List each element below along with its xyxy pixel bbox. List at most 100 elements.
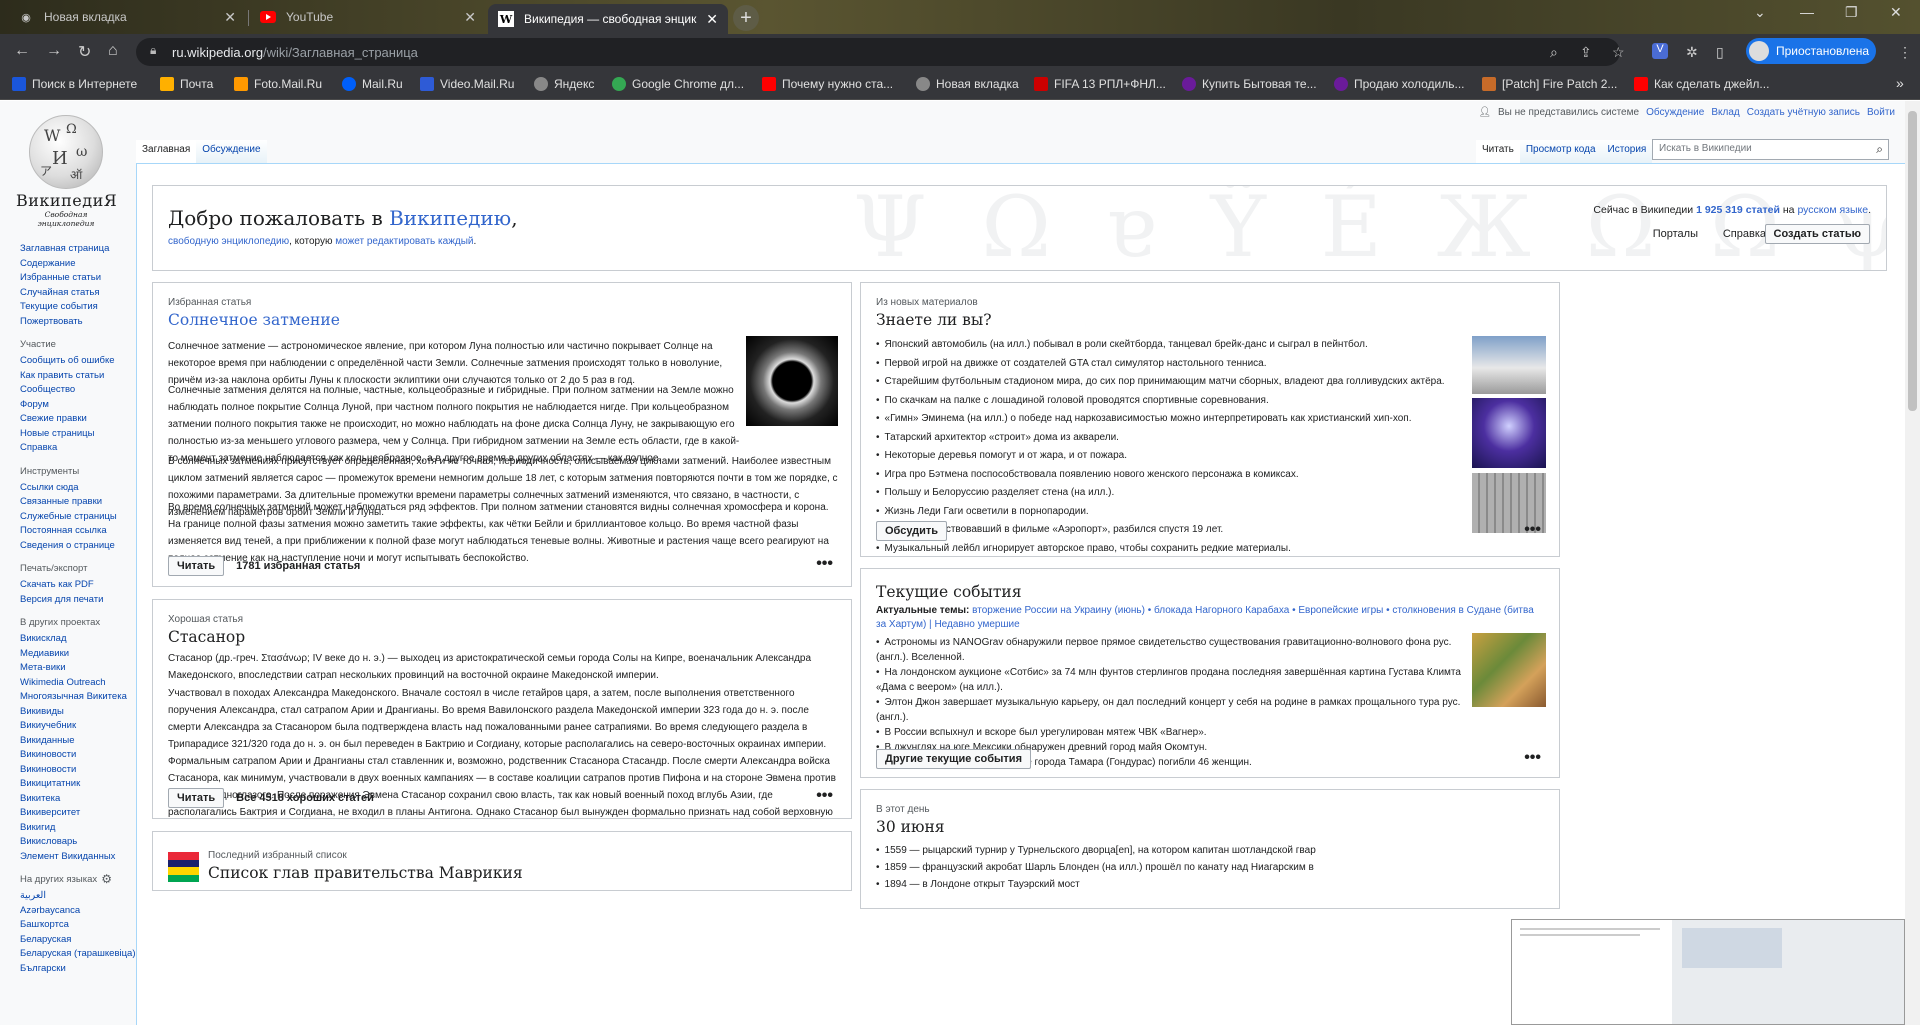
sidebar-link[interactable]: Сообщество	[20, 383, 120, 398]
on-this-day-title[interactable]: 30 июня	[876, 818, 945, 836]
sidebar-link[interactable]: Башҡортса	[20, 918, 120, 933]
vpn-extension-icon[interactable]: V	[1652, 43, 1668, 59]
bookmark-item[interactable]: FIFA 13 РПЛ+ФНЛ...	[1034, 77, 1166, 91]
contributions-link[interactable]: Вклад	[1711, 107, 1739, 118]
sidebar-link[interactable]: Новые страницы	[20, 427, 120, 442]
close-tab-icon[interactable]: ✕	[224, 9, 236, 26]
sidebar-link[interactable]: Форум	[20, 398, 120, 413]
sidebar-link[interactable]: Сообщить об ошибке	[20, 354, 120, 369]
tab-history[interactable]: История	[1601, 140, 1653, 164]
bookmark-item[interactable]: Почта	[160, 77, 213, 91]
sidebar-link[interactable]: Беларуская	[20, 933, 120, 948]
bookmark-item[interactable]: Новая вкладка	[916, 77, 1019, 91]
sidebar-link[interactable]: Мета-вики	[20, 661, 120, 676]
more-options-icon[interactable]: •••	[1524, 749, 1541, 767]
sidebar-link[interactable]: Викивиды	[20, 705, 120, 720]
sidebar-link[interactable]: Викиновости	[20, 763, 120, 778]
sidebar-link[interactable]: Избранные статьи	[20, 271, 120, 286]
talk-link[interactable]: Обсуждение	[1646, 107, 1704, 118]
sidebar-link[interactable]: Связанные правки	[20, 495, 120, 510]
bookmark-item[interactable]: Как сделать джейл...	[1634, 77, 1769, 91]
maximize-icon[interactable]: ❐	[1845, 4, 1858, 21]
bookmark-item[interactable]: Продаю холодиль...	[1334, 77, 1465, 91]
bookmark-item[interactable]: Mail.Ru	[342, 77, 403, 91]
solar-eclipse-image[interactable]	[746, 336, 838, 426]
sidebar-link[interactable]: Многоязычная Викитека	[20, 690, 127, 705]
tab-talk[interactable]: Обсуждение	[196, 140, 267, 164]
bookmark-item[interactable]: Video.Mail.Ru	[420, 77, 514, 91]
sidebar-link[interactable]: Викисловарь	[20, 835, 120, 850]
featured-count[interactable]: 1781 избранная статья	[236, 560, 360, 572]
sidebar-link[interactable]: Справка	[20, 441, 120, 456]
share-icon[interactable]: ⇪	[1580, 44, 1592, 61]
read-good-button[interactable]: Читать	[168, 788, 225, 808]
tab-search-icon[interactable]: ⌄	[1754, 4, 1766, 21]
sidebar-link[interactable]: Версия для печати	[20, 593, 120, 608]
wikipedia-logo[interactable]: WΩИωアऑ ВикипедиЯ Свободная энциклопедия	[16, 115, 117, 228]
portals-link[interactable]: Порталы	[1653, 222, 1698, 246]
reload-icon[interactable]: ↻	[78, 42, 91, 62]
sidebar-link[interactable]: العربية	[20, 889, 120, 904]
anyone-can-edit-link[interactable]: может редактировать каждый	[335, 236, 473, 247]
good-article-title[interactable]: Стасанор	[168, 628, 245, 646]
bookmark-star-icon[interactable]: ☆	[1612, 44, 1625, 61]
close-window-icon[interactable]: ✕	[1890, 4, 1902, 21]
sidebar-link[interactable]: Викигид	[20, 821, 120, 836]
new-tab-button[interactable]: +	[733, 5, 759, 31]
wikipedia-link[interactable]: Википедию	[389, 206, 511, 230]
sidebar-link[interactable]: Медиавики	[20, 647, 120, 662]
sidebar-link[interactable]: Викицитатник	[20, 777, 120, 792]
sidebar-link[interactable]: Содержание	[20, 257, 120, 272]
article-count-link[interactable]: 1 925 319 статей	[1696, 204, 1780, 216]
bookmark-item[interactable]: Foto.Mail.Ru	[234, 77, 322, 91]
sidebar-link[interactable]: Сведения о странице	[20, 539, 120, 554]
tab-wikipedia[interactable]: W Википедия — свободная энцик ✕	[488, 4, 728, 34]
sidebar-link[interactable]: Беларуская (тарашкевіца)	[20, 947, 136, 962]
sidebar-link[interactable]: Викитека	[20, 792, 120, 807]
screenshot-preview-thumbnail[interactable]	[1511, 919, 1905, 1025]
more-events-button[interactable]: Другие текущие события	[876, 749, 1031, 769]
create-account-link[interactable]: Создать учётную запись	[1747, 107, 1860, 118]
back-icon[interactable]: ←	[14, 42, 30, 60]
tab-youtube[interactable]: YouTube ✕	[250, 2, 486, 32]
minimize-icon[interactable]: —	[1800, 4, 1814, 20]
current-topics-links[interactable]: вторжение России на Украину (июнь) • бло…	[876, 605, 1534, 630]
close-tab-icon[interactable]: ✕	[464, 9, 476, 26]
sidebar-link[interactable]: Български	[20, 962, 120, 977]
featured-article-title[interactable]: Солнечное затмение	[168, 311, 340, 329]
sidebar-link[interactable]: Случайная статья	[20, 286, 120, 301]
profile-button[interactable]: Приостановлена	[1746, 38, 1876, 64]
sidebar-link[interactable]: Викиданные	[20, 734, 120, 749]
bookmark-item[interactable]: [Patch] Fire Patch 2...	[1482, 77, 1617, 91]
discuss-button[interactable]: Обсудить	[876, 521, 948, 541]
forward-icon[interactable]: →	[46, 42, 62, 60]
close-tab-icon[interactable]: ✕	[706, 11, 718, 28]
read-featured-button[interactable]: Читать	[168, 556, 225, 576]
bookmark-item[interactable]: Поиск в Интернете	[12, 77, 137, 91]
home-icon[interactable]: ⌂	[108, 42, 118, 60]
more-options-icon[interactable]: •••	[816, 787, 833, 805]
sidebar-link[interactable]: Викиучебник	[20, 719, 120, 734]
search-page-icon[interactable]: ⌕	[1550, 44, 1558, 61]
sidebar-link[interactable]: Викиверситет	[20, 806, 120, 821]
create-article-button[interactable]: Создать статью	[1764, 224, 1870, 244]
bookmark-item[interactable]: Почему нужно ста...	[762, 77, 893, 91]
sidebar-link[interactable]: Текущие события	[20, 300, 120, 315]
tab-new-tab[interactable]: ◉ Новая вкладка ✕	[8, 2, 246, 32]
sidebar-link[interactable]: Скачать как PDF	[20, 578, 120, 593]
tab-main-page[interactable]: Заглавная	[136, 140, 197, 164]
free-encyclopedia-link[interactable]: свободную энциклопедию	[168, 236, 289, 247]
help-link[interactable]: Справка	[1723, 222, 1766, 246]
extensions-icon[interactable]: ✲	[1686, 44, 1698, 61]
sidebar-link[interactable]: Служебные страницы	[20, 510, 120, 525]
good-count[interactable]: Все 4518 хороших статей	[236, 792, 374, 804]
sidebar-link[interactable]: Викиновости	[20, 748, 120, 763]
vertical-scrollbar[interactable]	[1905, 101, 1920, 1025]
sidebar-link[interactable]: Как править статьи	[20, 369, 120, 384]
bookmark-item[interactable]: Яндекс	[534, 77, 594, 91]
sidebar-link[interactable]: Wikimedia Outreach	[20, 676, 120, 691]
sidebar-link[interactable]: Пожертвовать	[20, 315, 120, 330]
tab-view-source[interactable]: Просмотр кода	[1519, 140, 1602, 164]
side-panel-icon[interactable]: ▯	[1716, 44, 1724, 61]
search-icon[interactable]: ⌕	[1876, 142, 1883, 157]
